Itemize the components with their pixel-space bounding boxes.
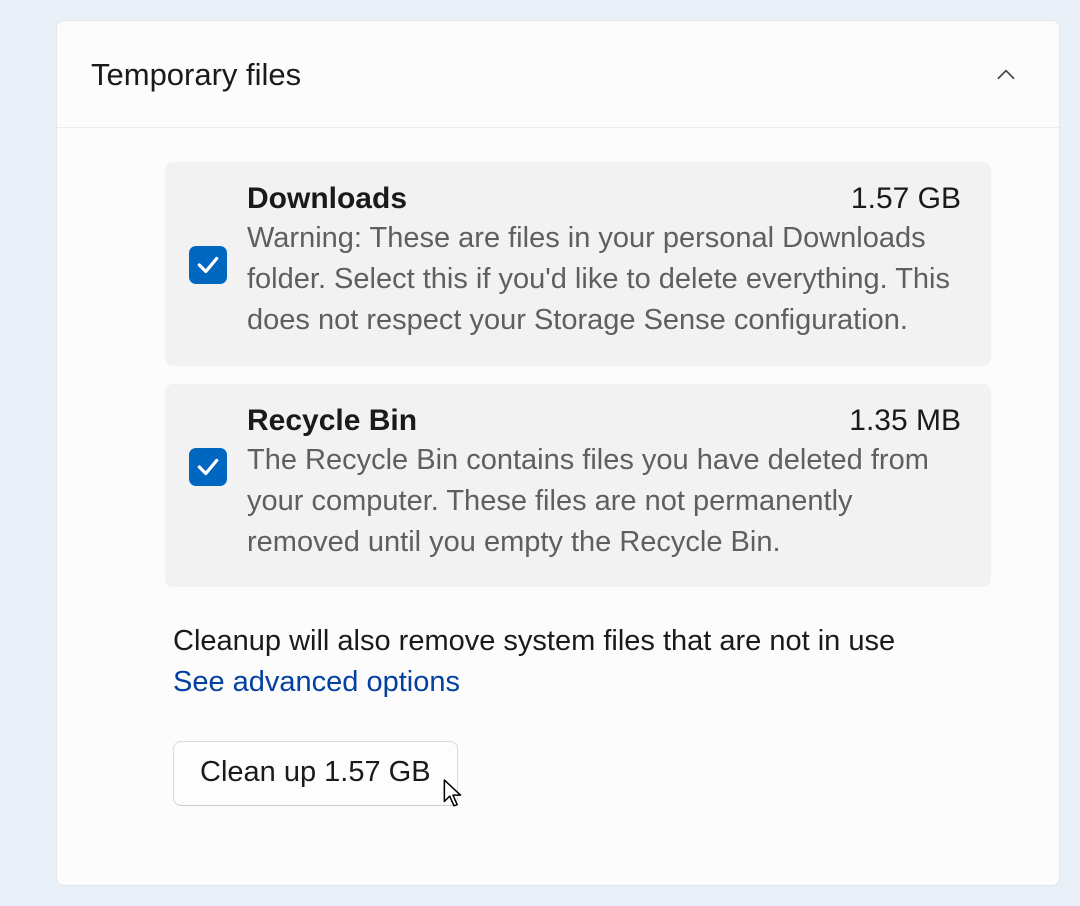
item-title: Recycle Bin (247, 404, 417, 438)
checkbox-downloads[interactable] (189, 246, 227, 284)
checkbox-recycle-bin[interactable] (189, 448, 227, 486)
panel-title: Temporary files (91, 57, 301, 93)
panel-body: Downloads 1.57 GB Warning: These are fil… (57, 128, 1059, 840)
check-icon (195, 454, 221, 480)
item-content: Downloads 1.57 GB Warning: These are fil… (247, 182, 961, 342)
cleanup-button[interactable]: Clean up 1.57 GB (173, 741, 458, 806)
temporary-files-panel: Temporary files Downloads 1.57 GB (56, 20, 1060, 886)
item-size: 1.35 MB (849, 404, 961, 438)
check-icon (195, 252, 221, 278)
item-description: Warning: These are files in your persona… (247, 218, 961, 342)
temp-file-item-recycle-bin: Recycle Bin 1.35 MB The Recycle Bin cont… (165, 384, 991, 588)
temp-file-item-downloads: Downloads 1.57 GB Warning: These are fil… (165, 162, 991, 366)
panel-header-toggle[interactable]: Temporary files (57, 21, 1059, 128)
chevron-up-icon (993, 62, 1019, 88)
see-advanced-options-link[interactable]: See advanced options (173, 666, 460, 699)
item-size: 1.57 GB (851, 182, 961, 216)
item-title: Downloads (247, 182, 407, 216)
cleanup-note-block: Cleanup will also remove system files th… (165, 621, 991, 699)
item-description: The Recycle Bin contains files you have … (247, 440, 961, 564)
item-content: Recycle Bin 1.35 MB The Recycle Bin cont… (247, 404, 961, 564)
cleanup-note-text: Cleanup will also remove system files th… (173, 621, 991, 662)
